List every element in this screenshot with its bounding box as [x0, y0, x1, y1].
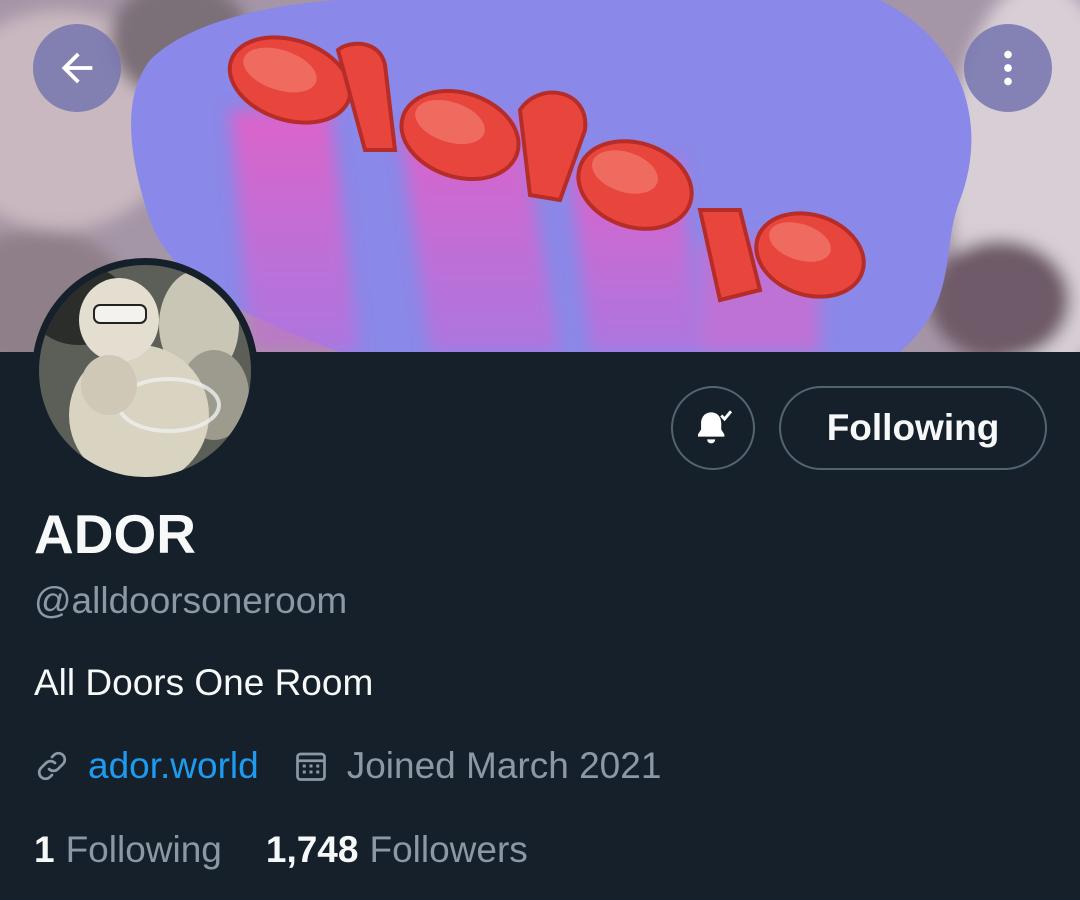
- following-button[interactable]: Following: [779, 386, 1047, 470]
- arrow-left-icon: [61, 52, 93, 84]
- followers-count: 1,748: [265, 829, 359, 870]
- website-link[interactable]: ador.world: [88, 745, 259, 787]
- joined-date: Joined March 2021: [346, 745, 662, 786]
- notifications-button[interactable]: [671, 386, 755, 470]
- avatar[interactable]: [32, 258, 258, 484]
- more-options-button[interactable]: [964, 24, 1052, 112]
- following-stat[interactable]: 1 Following: [34, 828, 222, 872]
- avatar-image: [39, 265, 251, 477]
- link-icon: [37, 751, 67, 781]
- profile-meta: ador.world Joined March 2021: [34, 742, 661, 790]
- following-count: 1: [34, 829, 55, 870]
- follow-stats: 1 Following 1,748 Followers: [34, 828, 528, 872]
- more-vertical-icon: [1004, 50, 1012, 86]
- profile-bio: All Doors One Room: [34, 662, 374, 703]
- profile-name: ADOR: [34, 503, 196, 565]
- followers-label: Followers: [369, 829, 528, 870]
- calendar-icon: [295, 752, 326, 781]
- followers-stat[interactable]: 1,748 Followers: [266, 828, 528, 872]
- profile-handle: @alldoorsoneroom: [34, 580, 348, 621]
- following-label: Following: [65, 829, 222, 870]
- back-button[interactable]: [33, 24, 121, 112]
- bell-check-icon: [697, 410, 733, 444]
